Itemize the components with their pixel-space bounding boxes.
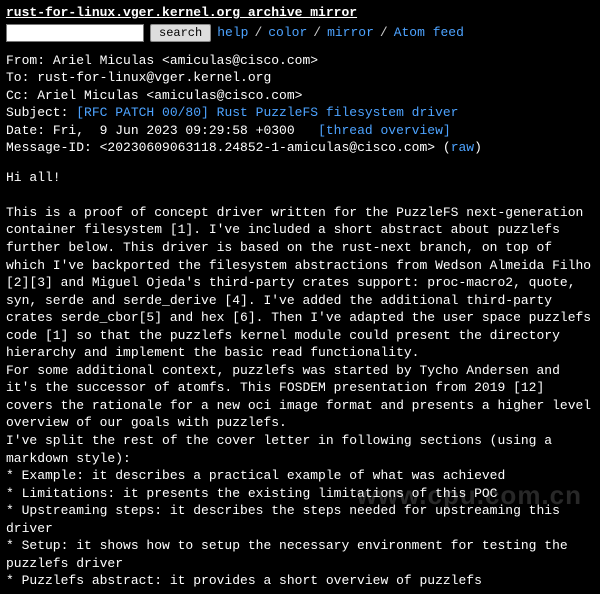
- nav-atom-feed[interactable]: Atom feed: [394, 24, 464, 42]
- date-value: Fri, 9 Jun 2023 09:29:58 +0300: [53, 123, 318, 138]
- msgid-tail: ): [474, 140, 482, 155]
- cc-value: Ariel Miculas <amiculas@cisco.com>: [37, 88, 302, 103]
- body-b3: * Upstreaming steps: it describes the st…: [6, 503, 568, 536]
- body-p3: For some additional context, puzzlefs wa…: [6, 363, 599, 431]
- nav-color[interactable]: color: [268, 24, 307, 42]
- cc-label: Cc:: [6, 88, 37, 103]
- msgid-label: Message-ID:: [6, 140, 100, 155]
- body-b4: * Setup: it shows how to setup the neces…: [6, 538, 576, 571]
- nav-help[interactable]: help: [217, 24, 248, 42]
- thread-overview-link[interactable]: [thread overview]: [318, 123, 451, 138]
- to-label: To:: [6, 70, 37, 85]
- body-b5: * Puzzlefs abstract: it provides a short…: [6, 573, 482, 588]
- body-p4: I've split the rest of the cover letter …: [6, 433, 560, 466]
- body-b1: * Example: it describes a practical exam…: [6, 468, 505, 483]
- subject-label: Subject:: [6, 105, 76, 120]
- top-bar: search help / color / mirror / Atom feed: [6, 24, 594, 42]
- message-headers: From: Ariel Miculas <amiculas@cisco.com>…: [6, 52, 594, 157]
- body-b2: * Limitations: it presents the existing …: [6, 486, 497, 501]
- from-value: Ariel Miculas <amiculas@cisco.com>: [53, 53, 318, 68]
- archive-title: rust-for-linux.vger.kernel.org archive m…: [6, 4, 594, 22]
- search-button[interactable]: search: [150, 24, 211, 42]
- from-label: From:: [6, 53, 53, 68]
- nav-mirror[interactable]: mirror: [327, 24, 374, 42]
- subject-link[interactable]: [RFC PATCH 00/80] Rust PuzzleFS filesyst…: [76, 105, 458, 120]
- date-label: Date:: [6, 123, 53, 138]
- search-input[interactable]: [6, 24, 144, 42]
- nav-sep: /: [380, 24, 388, 42]
- message-body: Hi all! This is a proof of concept drive…: [6, 169, 594, 590]
- body-p2: This is a proof of concept driver writte…: [6, 205, 599, 360]
- raw-link[interactable]: raw: [451, 140, 474, 155]
- msgid-value: <20230609063118.24852-1-amiculas@cisco.c…: [100, 140, 451, 155]
- nav-sep: /: [254, 24, 262, 42]
- to-value: rust-for-linux@vger.kernel.org: [37, 70, 271, 85]
- nav-sep: /: [313, 24, 321, 42]
- body-p1: Hi all!: [6, 170, 61, 185]
